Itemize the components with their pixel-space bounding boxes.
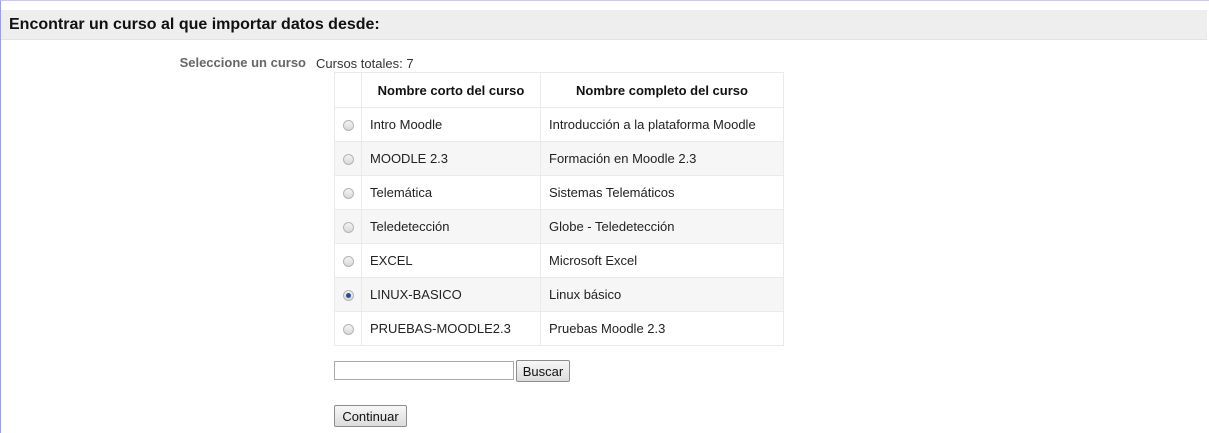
table-row[interactable]: EXCEL Microsoft Excel xyxy=(334,243,784,278)
column-header-select xyxy=(334,72,362,108)
course-radio[interactable] xyxy=(342,290,354,302)
table-row[interactable]: PRUEBAS-MOODLE2.3 Pruebas Moodle 2.3 xyxy=(334,311,784,346)
column-header-full-name: Nombre completo del curso xyxy=(540,72,784,108)
course-radio[interactable] xyxy=(342,188,354,200)
course-short-name: Intro Moodle xyxy=(361,107,541,142)
course-radio[interactable] xyxy=(342,256,354,268)
table-row[interactable]: LINUX-BASICO Linux básico xyxy=(334,277,784,312)
column-header-short-name: Nombre corto del curso xyxy=(361,72,541,108)
section-header: Encontrar un curso al que importar datos… xyxy=(1,10,1207,40)
course-short-name: LINUX-BASICO xyxy=(361,277,541,312)
search-button[interactable]: Buscar xyxy=(516,360,570,382)
course-radio[interactable] xyxy=(342,154,354,166)
continue-button[interactable]: Continuar xyxy=(334,405,407,427)
search-input[interactable] xyxy=(334,361,514,380)
course-radio[interactable] xyxy=(342,324,354,336)
course-short-name: Telemática xyxy=(361,175,541,210)
table-row[interactable]: Intro Moodle Introducción a la plataform… xyxy=(334,107,784,142)
course-full-name: Sistemas Telemáticos xyxy=(540,175,784,210)
table-header-row: Nombre corto del curso Nombre completo d… xyxy=(334,72,784,108)
section-title: Encontrar un curso al que importar datos… xyxy=(9,16,380,33)
table-row[interactable]: Telemática Sistemas Telemáticos xyxy=(334,175,784,210)
table-row[interactable]: Teledetección Globe - Teledetección xyxy=(334,209,784,244)
course-total-count: Cursos totales: 7 xyxy=(316,56,414,71)
course-radio[interactable] xyxy=(342,120,354,132)
course-short-name: Teledetección xyxy=(361,209,541,244)
field-label-select-course: Seleccione un curso xyxy=(179,55,306,70)
course-full-name: Formación en Moodle 2.3 xyxy=(540,141,784,176)
course-radio[interactable] xyxy=(342,222,354,234)
course-full-name: Globe - Teledetección xyxy=(540,209,784,244)
course-full-name: Pruebas Moodle 2.3 xyxy=(540,311,784,346)
course-full-name: Introducción a la plataforma Moodle xyxy=(540,107,784,142)
table-row[interactable]: MOODLE 2.3 Formación en Moodle 2.3 xyxy=(334,141,784,176)
course-table: Nombre corto del curso Nombre completo d… xyxy=(334,72,784,346)
course-full-name: Linux básico xyxy=(540,277,784,312)
course-short-name: PRUEBAS-MOODLE2.3 xyxy=(361,311,541,346)
course-short-name: MOODLE 2.3 xyxy=(361,141,541,176)
course-short-name: EXCEL xyxy=(361,243,541,278)
course-full-name: Microsoft Excel xyxy=(540,243,784,278)
